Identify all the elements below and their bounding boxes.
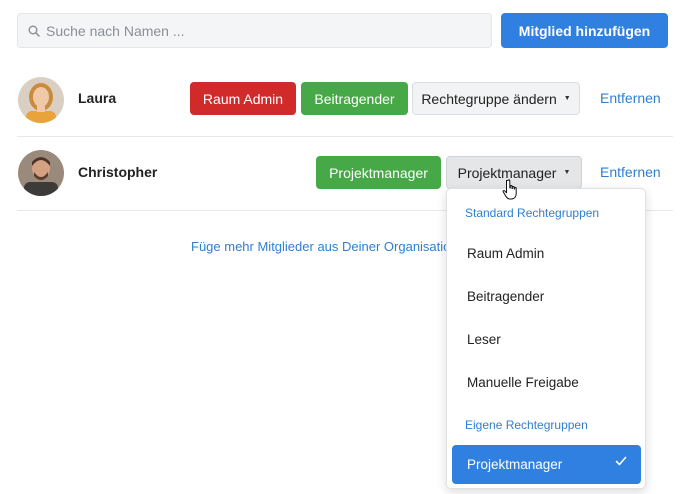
- avatar-christopher: [18, 150, 64, 196]
- caret-down-icon: ▼: [563, 95, 571, 102]
- dropdown-section-custom: Eigene Rechtegruppen: [465, 418, 588, 432]
- check-icon: [615, 456, 627, 466]
- search-icon: [28, 25, 40, 37]
- dropdown-item[interactable]: Manuelle Freigabe: [467, 375, 579, 390]
- member-name: Christopher: [78, 164, 158, 180]
- role-badge-raum-admin[interactable]: Raum Admin: [190, 82, 296, 115]
- search-input[interactable]: [46, 22, 491, 39]
- role-badge-projektmanager[interactable]: Projektmanager: [316, 156, 441, 189]
- caret-down-icon: ▼: [563, 169, 571, 176]
- change-role-dropdown[interactable]: Rechtegruppe ändern ▼: [412, 82, 580, 115]
- role-badge-beitragender[interactable]: Beitragender: [301, 82, 408, 115]
- dropdown-item[interactable]: Beitragender: [467, 289, 544, 304]
- dropdown-item[interactable]: Leser: [467, 332, 501, 347]
- remove-member-link[interactable]: Entfernen: [600, 90, 661, 106]
- remove-member-link[interactable]: Entfernen: [600, 164, 661, 180]
- member-name: Laura: [78, 90, 117, 106]
- role-dropdown-menu: Standard Rechtegruppen Raum Admin Beitra…: [446, 188, 646, 489]
- change-role-label: Rechtegruppe ändern: [421, 90, 557, 107]
- dropdown-item[interactable]: Raum Admin: [467, 246, 544, 261]
- dropdown-item-selected[interactable]: Projektmanager: [452, 445, 641, 484]
- avatar-laura: [18, 77, 64, 123]
- add-member-button[interactable]: Mitglied hinzufügen: [501, 13, 668, 48]
- member-row-laura: Laura Raum Admin Beitragender Rechtegrup…: [17, 73, 673, 137]
- dropdown-item-label: Projektmanager: [467, 457, 563, 472]
- dropdown-section-standard: Standard Rechtegruppen: [465, 206, 600, 220]
- add-from-organisation-link[interactable]: Füge mehr Mitglieder aus Deiner Organisa…: [191, 239, 447, 254]
- search-field[interactable]: [17, 13, 492, 48]
- hand-cursor-icon: [502, 179, 517, 200]
